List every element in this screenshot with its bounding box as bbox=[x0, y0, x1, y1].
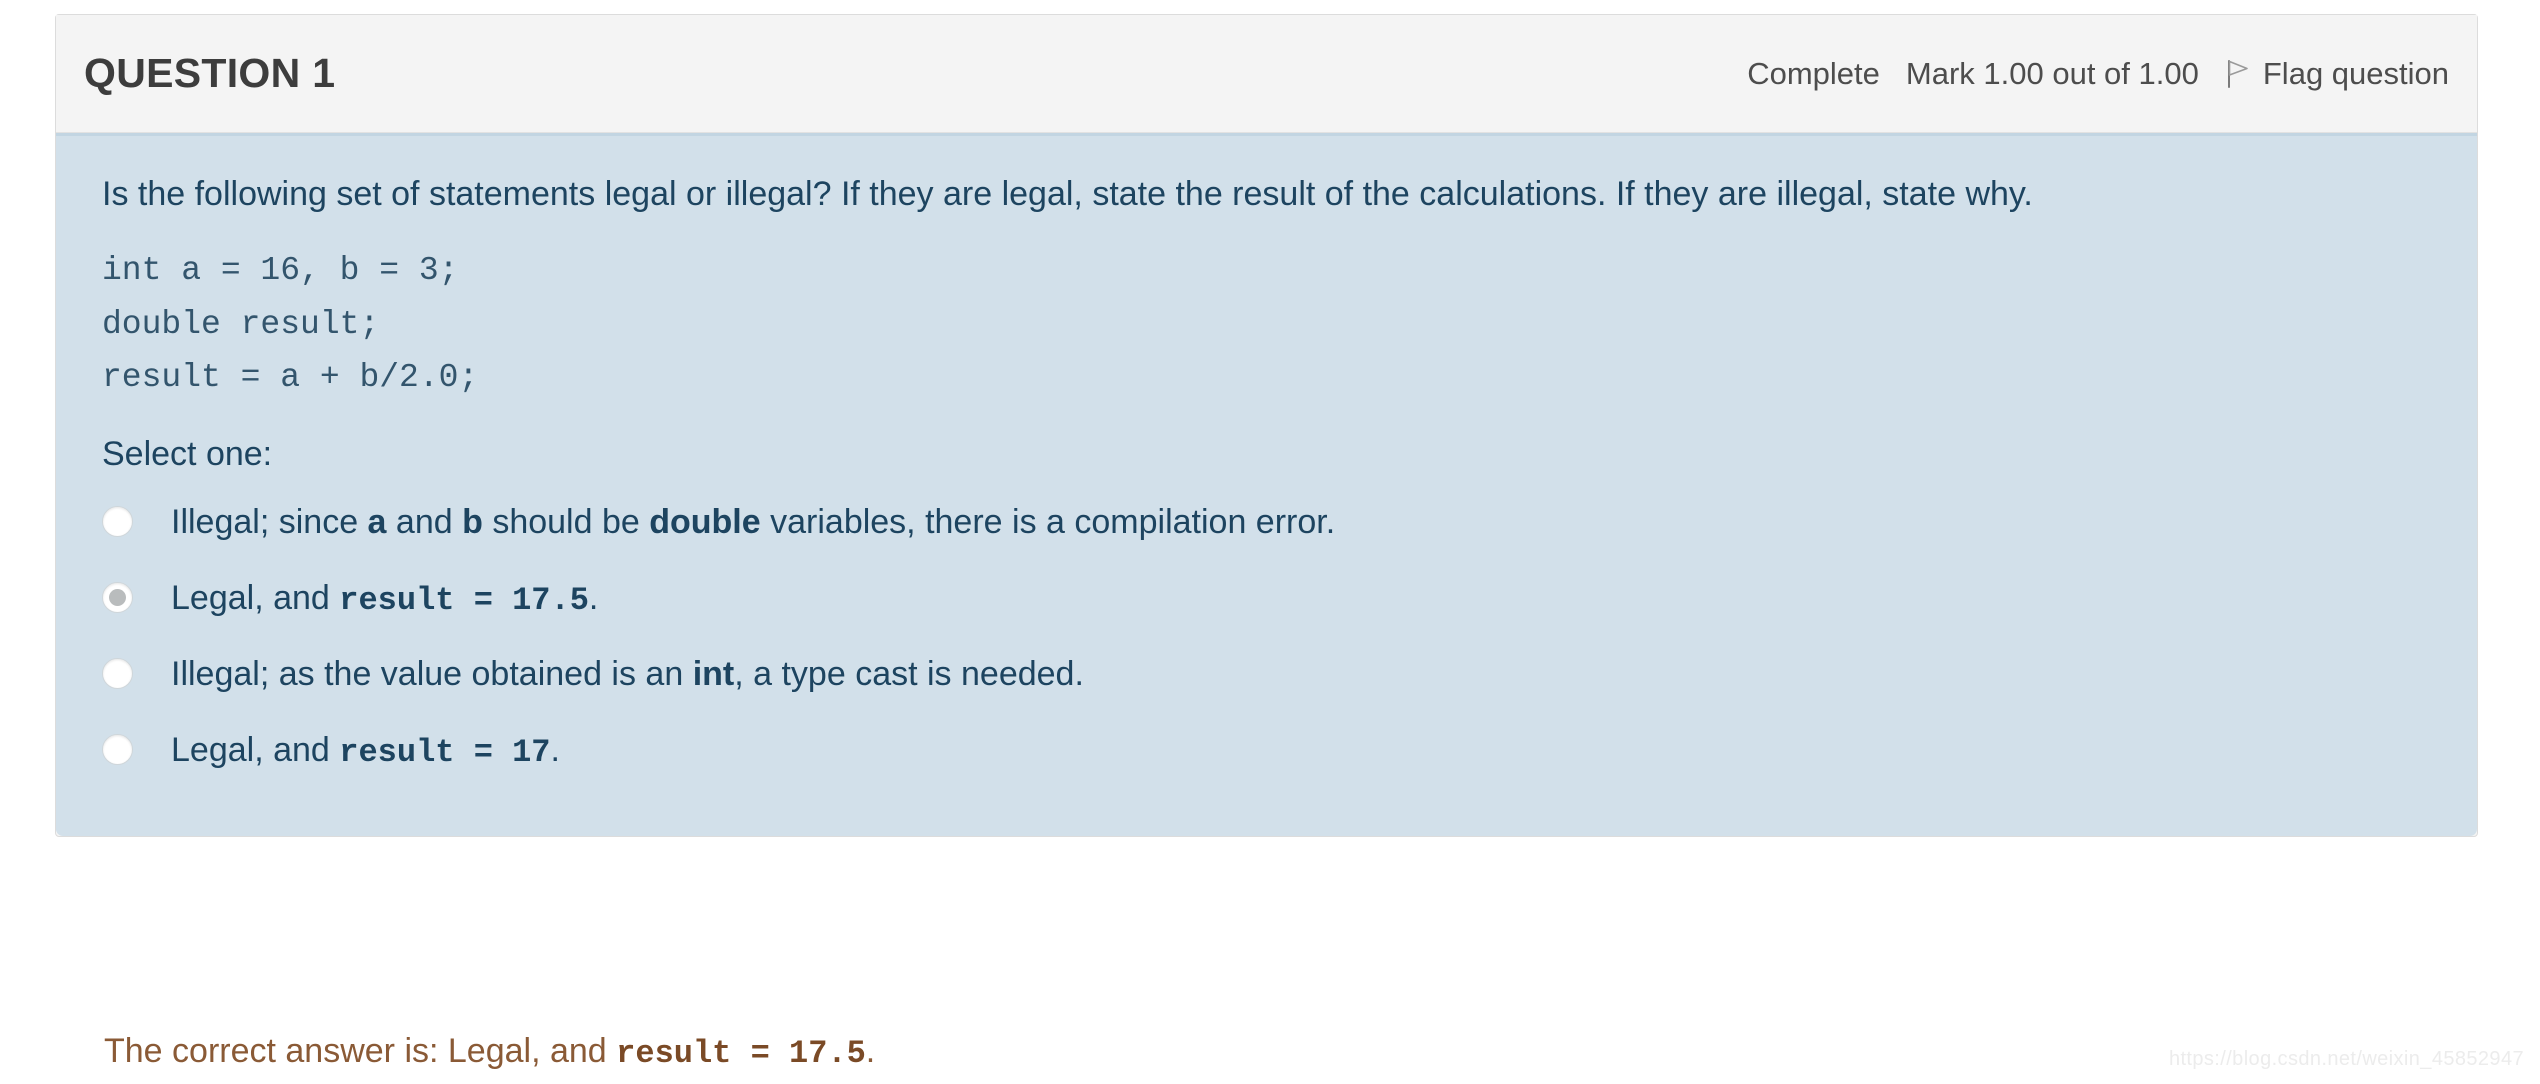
text-run: . bbox=[588, 578, 599, 617]
answer-label-a[interactable]: Illegal; since a and b should be double … bbox=[171, 500, 1335, 544]
question-prompt: Is the following set of statements legal… bbox=[102, 175, 2033, 213]
text-run: result = 17 bbox=[339, 733, 551, 771]
answer-option-c[interactable]: Illegal; as the value obtained is an int… bbox=[86, 638, 2447, 714]
text-run: result = 17.5 bbox=[616, 1035, 866, 1072]
question-grade: Mark 1.00 out of 1.00 bbox=[1905, 55, 2199, 91]
answer-label-d[interactable]: Legal, and result = 17. bbox=[171, 728, 560, 774]
answer-label-c[interactable]: Illegal; as the value obtained is an int… bbox=[171, 652, 1084, 696]
text-run: double bbox=[649, 502, 761, 541]
answer-option-d[interactable]: Legal, and result = 17. bbox=[86, 714, 2447, 790]
answer-options-list: Illegal; since a and b should be double … bbox=[86, 486, 2447, 790]
question-state: Complete bbox=[1747, 55, 1880, 91]
text-run: Legal, and bbox=[171, 730, 340, 769]
question-body: Is the following set of statements legal… bbox=[56, 133, 2477, 836]
text-run: and bbox=[386, 502, 463, 541]
answer-option-a[interactable]: Illegal; since a and b should be double … bbox=[86, 486, 2447, 562]
text-run: result = 17.5 bbox=[339, 581, 589, 619]
text-run: Illegal; as the value obtained is an bbox=[171, 654, 693, 693]
correct-answer-feedback: The correct answer is: Legal, and result… bbox=[104, 1032, 875, 1072]
text-run: b bbox=[462, 502, 483, 541]
text-run: a bbox=[367, 502, 387, 541]
text-run: . bbox=[550, 730, 560, 769]
text-run: The correct answer is: Legal, and bbox=[104, 1032, 617, 1070]
flag-question-button[interactable]: Flag question bbox=[2225, 56, 2449, 92]
flag-outline-icon bbox=[2225, 59, 2251, 89]
radio-button-c[interactable] bbox=[102, 657, 133, 689]
text-run: Illegal; since bbox=[171, 502, 368, 541]
question-header-info: Complete Mark 1.00 out of 1.00 Flag ques… bbox=[1747, 56, 2449, 92]
text-run: . bbox=[865, 1032, 876, 1070]
text-run: should be bbox=[482, 502, 650, 541]
watermark: https://blog.csdn.net/weixin_45852947 bbox=[2168, 1048, 2524, 1070]
flag-question-label: Flag question bbox=[2262, 55, 2449, 91]
answer-option-b[interactable]: Legal, and result = 17.5. bbox=[86, 562, 2447, 638]
text-run: Legal, and bbox=[171, 578, 340, 617]
question-header: QUESTION 1 Complete Mark 1.00 out of 1.0… bbox=[56, 15, 2477, 133]
question-number-title: QUESTION 1 bbox=[84, 50, 336, 96]
select-one-label: Select one: bbox=[102, 434, 273, 473]
radio-button-a[interactable] bbox=[102, 505, 133, 537]
answer-label-b[interactable]: Legal, and result = 17.5. bbox=[171, 576, 598, 622]
question-code-snippet: int a = 16, b = 3; double result; result… bbox=[102, 252, 479, 397]
radio-button-d[interactable] bbox=[102, 733, 133, 765]
text-run: int bbox=[692, 654, 735, 693]
text-run: , a type cast is needed. bbox=[734, 654, 1084, 693]
question-card: QUESTION 1 Complete Mark 1.00 out of 1.0… bbox=[55, 14, 2478, 837]
radio-button-b[interactable] bbox=[102, 581, 133, 613]
text-run: variables, there is a compilation error. bbox=[760, 502, 1336, 541]
